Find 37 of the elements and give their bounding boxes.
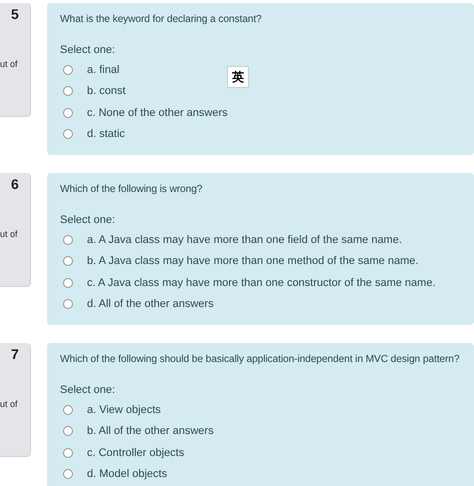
option-label[interactable]: d. All of the other answers [87,296,214,312]
option-label[interactable]: a. A Java class may have more than one field of the same name. [87,232,402,248]
radio-button[interactable] [63,256,73,266]
radio-button[interactable] [63,448,73,458]
radio-button[interactable] [63,469,73,480]
option-label[interactable]: a. View objects [87,402,161,418]
radio-button[interactable] [63,299,73,310]
option-label[interactable]: c. A Java class may have more than one constructor of the same name. [87,274,436,291]
radio-button[interactable] [63,404,73,415]
question-text: Which of the following is wrong? [60,183,204,197]
radio-button[interactable] [63,426,73,436]
option-label[interactable]: c. Controller objects [87,444,184,461]
radio-button[interactable] [63,278,73,288]
select-prompt: Select one: [60,383,116,397]
question-number: 7 [10,345,20,363]
option-label[interactable]: a. final [87,62,120,78]
radio-button[interactable] [63,86,73,96]
option-label[interactable]: d. Model objects [87,466,168,482]
option-label[interactable]: b. const [87,83,126,100]
ime-indicator[interactable]: 英 [227,66,249,88]
option-label[interactable]: b. All of the other answers [87,423,214,440]
select-prompt: Select one: [60,213,116,227]
mark-label: ut of [0,398,19,411]
option-label[interactable]: b. A Java class may have more than one method of the same name. [87,253,418,270]
question-text: What is the keyword for declaring a constant? [60,13,263,27]
question-text: Which of the following should be basically application-independent in MVC design pattern? [60,353,460,367]
radio-button[interactable] [63,129,73,140]
mark-label: ut of [0,58,19,71]
question-number: 6 [10,175,20,193]
radio-button[interactable] [63,64,73,75]
radio-button[interactable] [63,108,73,118]
select-prompt: Select one: [60,43,116,57]
option-label[interactable]: c. None of the other answers [87,104,228,121]
radio-button[interactable] [63,234,73,245]
question-number: 5 [10,5,20,23]
option-label[interactable]: d. static [87,126,125,142]
mark-label: ut of [0,228,19,241]
